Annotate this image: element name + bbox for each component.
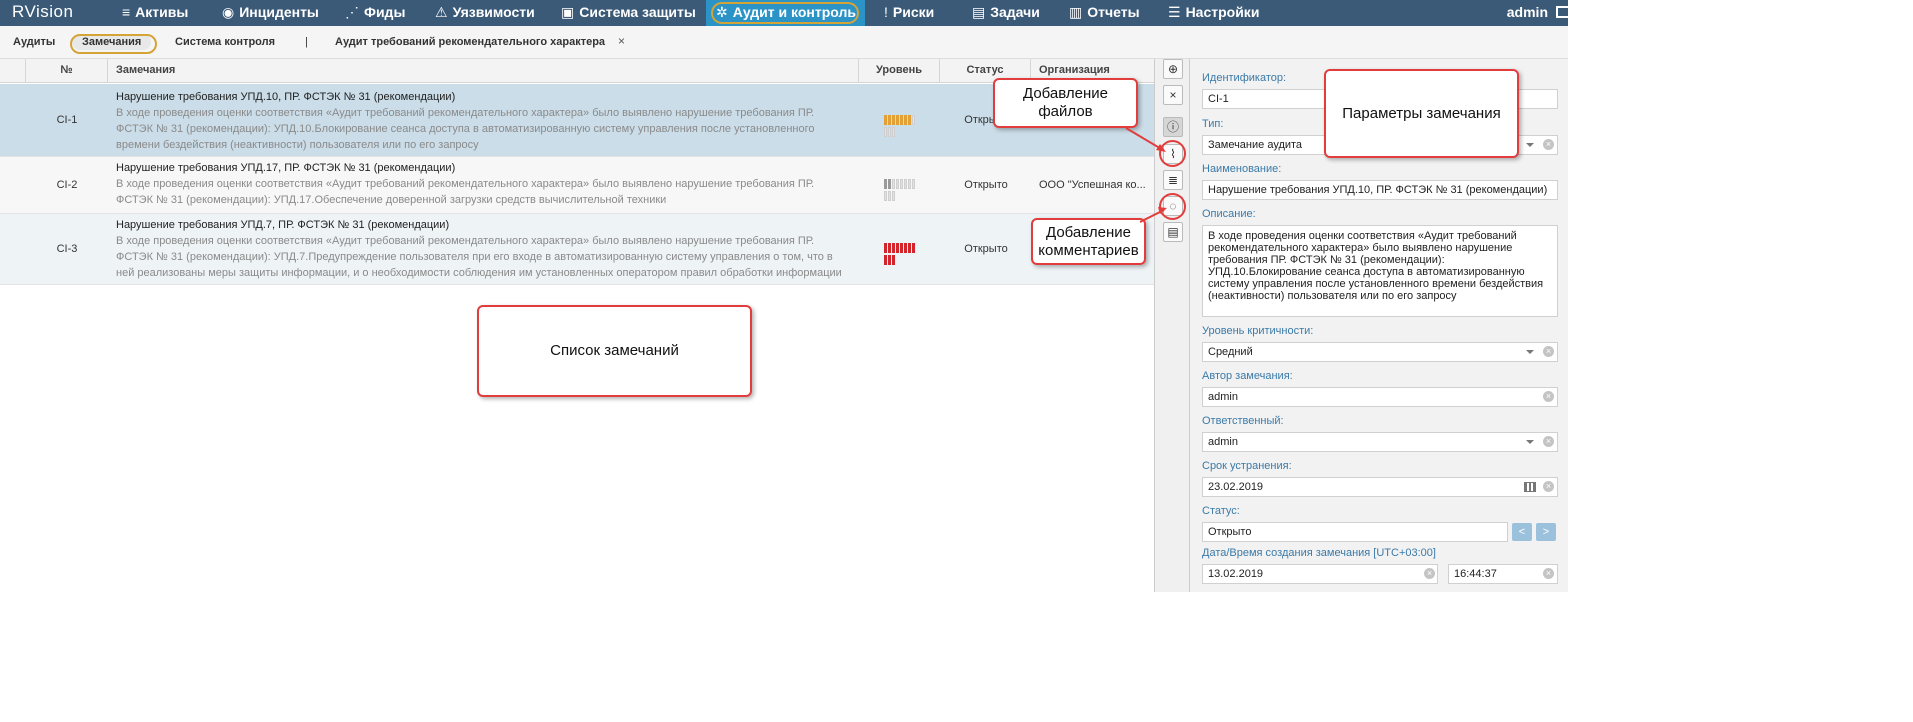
callout-arrows: [1125, 127, 1167, 223]
app-root: RVision ≡ Активы ◉ Инциденты ⋰ Фиды ⚠ Уязвим…: [0, 0, 1568, 592]
arrowhead-attach: [1156, 144, 1166, 152]
arrow-to-attach: [1125, 127, 1164, 151]
